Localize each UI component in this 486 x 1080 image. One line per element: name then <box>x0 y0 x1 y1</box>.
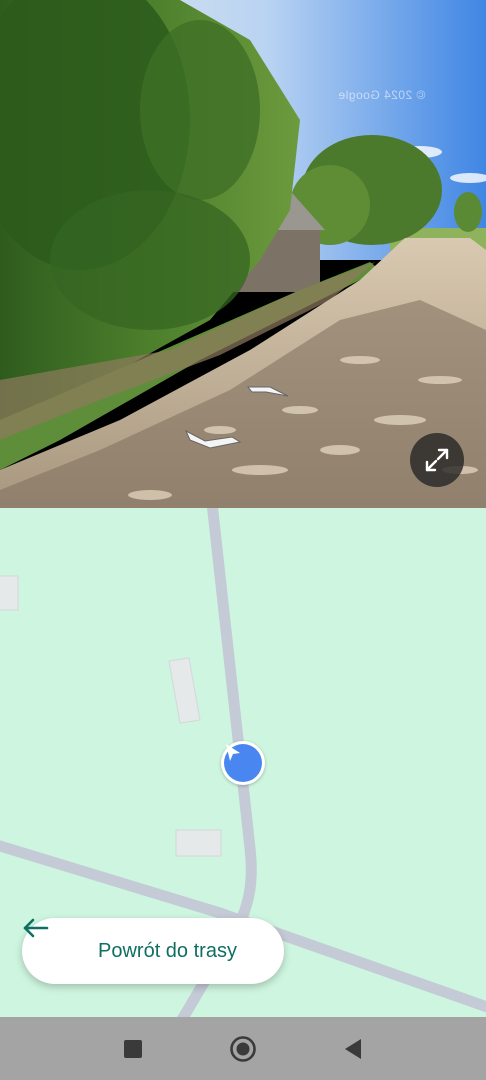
navigation-arrow-icon <box>226 744 240 761</box>
expand-diagonal-icon <box>425 448 449 472</box>
back-button[interactable] <box>339 1035 367 1063</box>
map-view[interactable]: Powrót do trasy <box>0 508 486 1017</box>
system-navigation-bar <box>0 1017 486 1080</box>
map-building <box>168 657 201 724</box>
street-view-image <box>0 0 486 508</box>
circle-icon <box>230 1036 256 1062</box>
current-location-marker <box>221 741 265 785</box>
map-building <box>175 829 222 857</box>
return-to-route-label: Powrót do trasy <box>98 939 237 962</box>
recents-button[interactable] <box>119 1035 147 1063</box>
expand-button[interactable] <box>410 433 464 487</box>
home-button[interactable] <box>229 1035 257 1063</box>
triangle-back-icon <box>345 1039 361 1059</box>
return-to-route-button[interactable]: Powrót do trasy <box>22 918 284 984</box>
map-building <box>0 575 19 611</box>
street-view-panorama[interactable]: © 2024 Google <box>0 0 486 508</box>
google-watermark: © 2024 Google <box>338 88 426 102</box>
square-icon <box>124 1040 142 1058</box>
arrow-left-icon <box>23 918 80 961</box>
screen: © 2024 Google Powrót do trasy <box>0 0 486 1080</box>
